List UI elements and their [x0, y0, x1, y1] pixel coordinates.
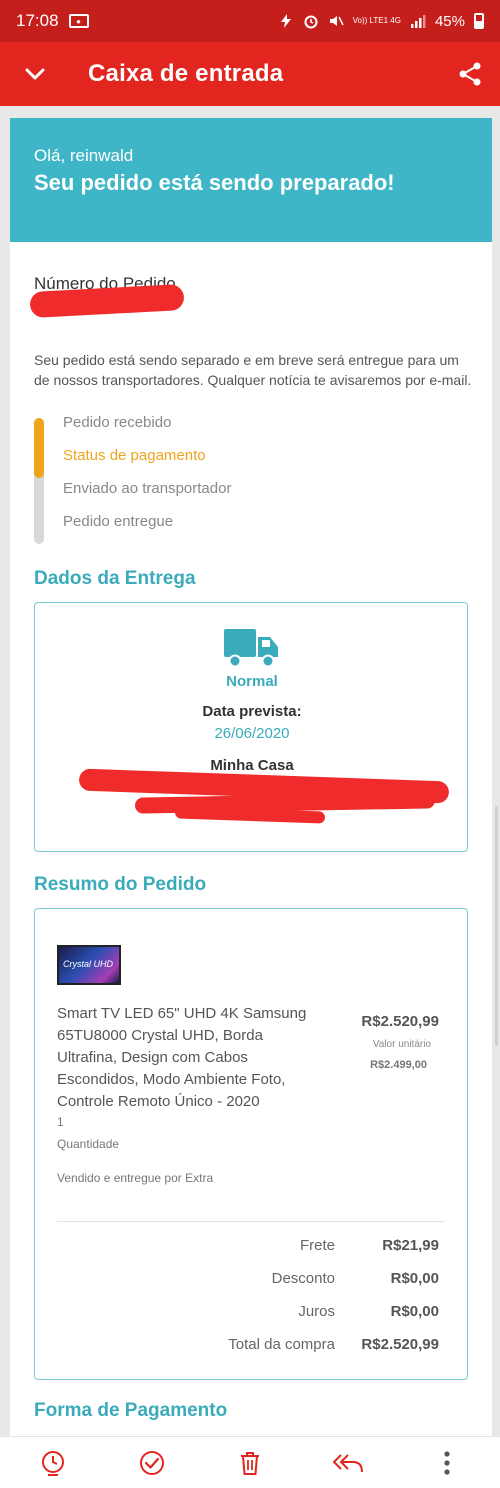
share-icon	[459, 62, 481, 86]
network-label: Vo)) LTE1 4G	[352, 16, 401, 25]
step-shipped: Enviado ao transportador	[63, 480, 232, 497]
delete-icon	[240, 1451, 259, 1475]
total-value: R$2.520,99	[361, 1336, 439, 1353]
delivery-box: Normal Data prevista: 26/06/2020 Minha C…	[34, 602, 468, 852]
battery-percent: 45%	[434, 12, 465, 30]
progress-track	[34, 418, 44, 544]
product-price: R$2.520,99	[361, 1013, 439, 1030]
shipping-row: Frete R$21,99	[300, 1237, 439, 1254]
email-card: Olá, reinwald Seu pedido está sendo prep…	[10, 118, 492, 1436]
mark-done-button[interactable]	[122, 1439, 182, 1487]
reply-all-icon	[333, 1453, 364, 1472]
headline: Seu pedido está sendo preparado!	[34, 170, 395, 195]
alarm-icon	[304, 15, 318, 29]
delivery-section-title: Dados da Entrega	[34, 568, 196, 589]
interest-value: R$0,00	[390, 1303, 439, 1320]
delete-button[interactable]	[220, 1439, 280, 1487]
snooze-icon	[42, 1450, 65, 1476]
expected-date-label: Data prevista:	[202, 703, 302, 720]
progress-fill	[34, 418, 44, 478]
interest-label: Juros	[298, 1303, 335, 1320]
mark-done-icon	[139, 1450, 164, 1475]
app-bar: Caixa de entrada	[0, 42, 500, 106]
discount-label: Desconto	[271, 1270, 335, 1287]
greeting: Olá, reinwald	[34, 146, 134, 165]
bottom-action-bar	[0, 1436, 500, 1488]
step-received: Pedido recebido	[63, 414, 172, 431]
status-bar: 17:08 ● Vo)) LTE1 4G 45%	[0, 0, 500, 42]
summary-box: Crystal UHD Smart TV LED 65" UHD 4K Sams…	[34, 908, 468, 1380]
interest-row: Juros R$0,00	[298, 1303, 439, 1320]
collapse-button[interactable]	[0, 42, 70, 106]
shipping-value: R$21,99	[382, 1237, 439, 1254]
scrollbar[interactable]	[495, 806, 498, 1046]
total-label: Total da compra	[228, 1336, 335, 1353]
total-row: Total da compra R$2.520,99	[228, 1336, 439, 1353]
summary-section-title: Resumo do Pedido	[34, 874, 207, 895]
step-delivered: Pedido entregue	[63, 513, 174, 530]
shipping-label: Frete	[299, 1237, 335, 1254]
notification-icon: ●	[68, 14, 89, 28]
payment-section-title: Forma de Pagamento	[34, 1400, 228, 1421]
battery-icon	[474, 13, 484, 29]
email-body[interactable]: Olá, reinwald Seu pedido está sendo prep…	[0, 106, 500, 1436]
delivery-method: Normal	[226, 673, 278, 690]
unit-price-label: Valor unitário	[372, 1039, 431, 1050]
quantity-value: 1	[57, 1115, 64, 1129]
product-image[interactable]: Crystal UHD	[57, 945, 121, 985]
flash-icon	[280, 14, 291, 28]
expected-date: 26/06/2020	[214, 725, 290, 742]
product-name[interactable]: Smart TV LED 65" UHD 4K Samsung 65TU8000…	[57, 1003, 327, 1113]
signal-icon	[410, 15, 426, 28]
hero-banner: Olá, reinwald Seu pedido está sendo prep…	[10, 118, 492, 242]
seller-info: Vendido e entregue por Extra	[57, 1171, 214, 1185]
discount-value: R$0,00	[390, 1270, 439, 1287]
more-button[interactable]	[417, 1439, 477, 1487]
share-button[interactable]	[440, 42, 500, 106]
unit-price: R$2.499,00	[370, 1059, 427, 1071]
clock: 17:08	[16, 11, 59, 30]
step-payment: Status de pagamento	[63, 447, 206, 464]
quantity-label: Quantidade	[57, 1137, 120, 1151]
mute-icon	[329, 16, 344, 26]
reply-all-button[interactable]	[318, 1439, 378, 1487]
order-progress: Pedido recebido Status de pagamento Envi…	[34, 414, 334, 544]
chevron-down-icon	[25, 68, 45, 80]
snooze-button[interactable]	[23, 1439, 83, 1487]
more-icon	[444, 1450, 450, 1475]
truck-icon	[224, 629, 278, 668]
app-title: Caixa de entrada	[88, 60, 284, 87]
discount-row: Desconto R$0,00	[272, 1270, 439, 1287]
divider	[57, 1221, 445, 1222]
order-description: Seu pedido está sendo separado e em brev…	[34, 352, 472, 388]
product-image-label: Crystal UHD	[63, 959, 114, 969]
